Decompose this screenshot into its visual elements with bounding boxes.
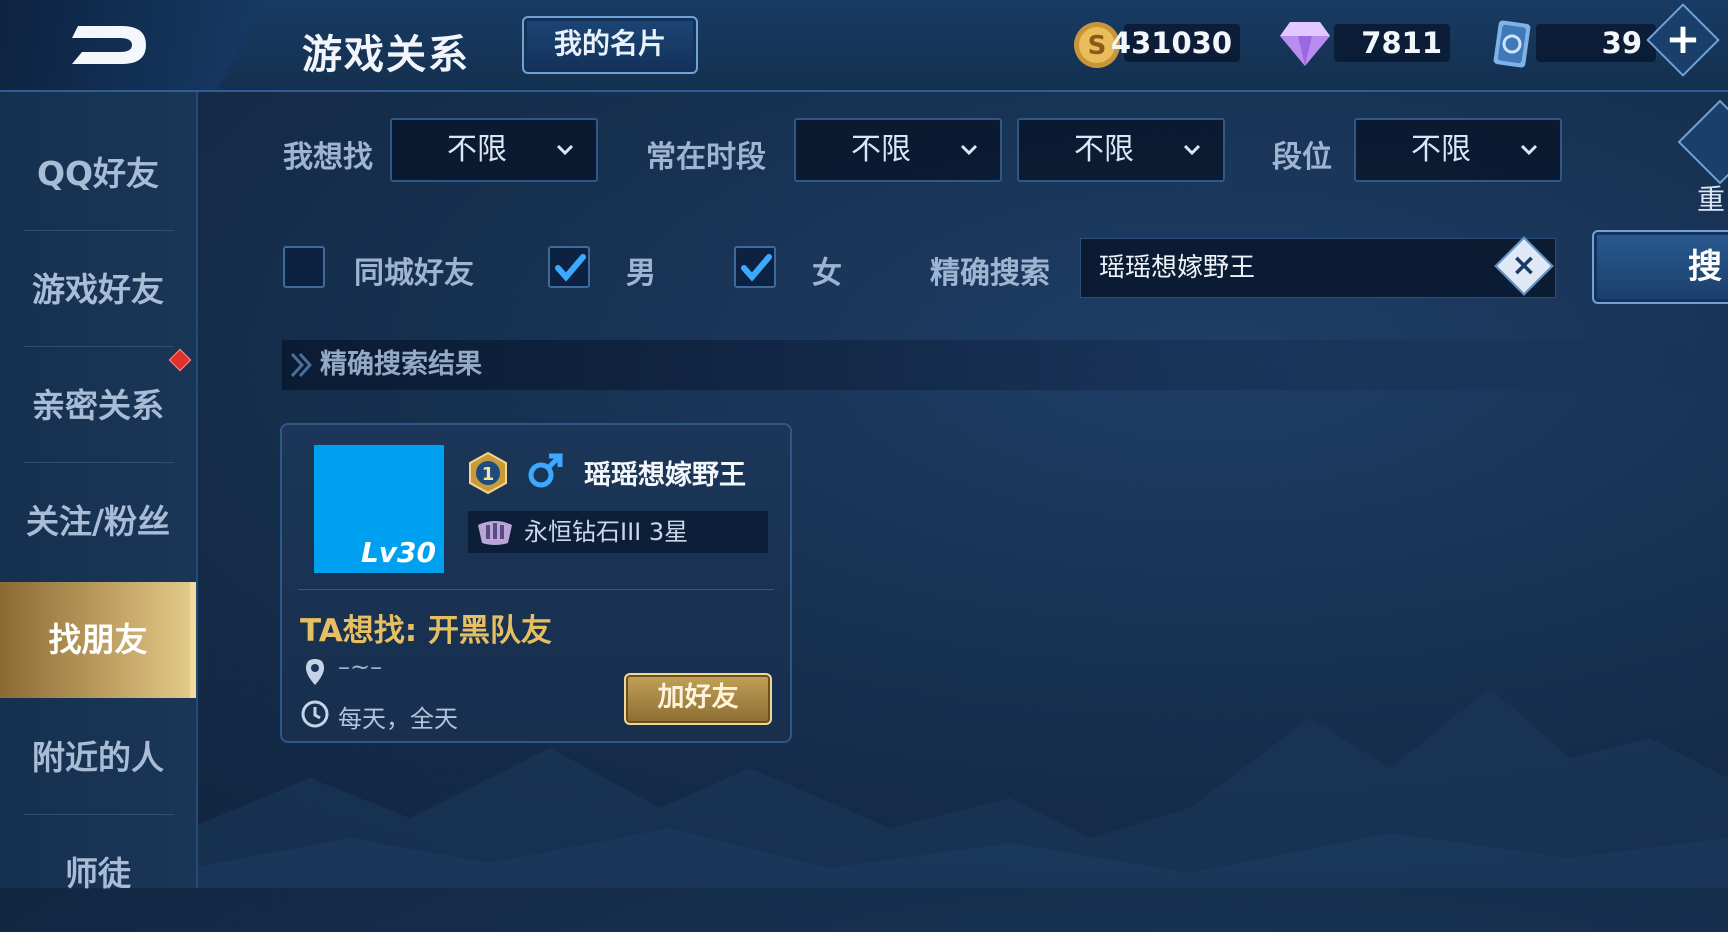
rank-select[interactable]: 不限 <box>1354 118 1562 182</box>
chevron-down-icon <box>1183 144 1201 156</box>
same-city-checkbox[interactable] <box>283 246 325 288</box>
exact-search-value: 瑶瑶想嫁野王 <box>1099 253 1256 283</box>
rank-value: 不限 <box>1411 132 1471 167</box>
looking-for-select[interactable]: 不限 <box>390 118 598 182</box>
sidebar-item-intimate[interactable]: 亲密关系 <box>0 348 196 464</box>
location-text: –~– <box>338 653 383 681</box>
voucher-balance: 39 <box>1536 24 1656 62</box>
chevron-down-icon <box>960 144 978 156</box>
active-time-value-2: 不限 <box>1074 132 1134 167</box>
svg-text:1: 1 <box>482 464 495 485</box>
female-checkbox[interactable] <box>734 246 776 288</box>
reset-button[interactable] <box>1677 99 1728 185</box>
back-button[interactable] <box>0 0 265 90</box>
active-time-select-2[interactable]: 不限 <box>1017 118 1225 182</box>
diamond-tier-icon <box>478 521 512 545</box>
male-checkbox[interactable] <box>548 246 590 288</box>
results-title: 精确搜索结果 <box>320 349 482 380</box>
rank-label: 段位 <box>1272 140 1332 175</box>
sidebar-divider <box>24 230 174 231</box>
active-time-text: 每天，全天 <box>338 705 458 733</box>
female-label: 女 <box>812 256 842 291</box>
player-card[interactable]: Lv30 1 瑶瑶想嫁野王 永恒钻石III 3星 TA想找: 开黑队友 –~– … <box>280 423 792 743</box>
search-button[interactable]: 搜 <box>1592 230 1728 304</box>
active-time-select-1[interactable]: 不限 <box>794 118 1002 182</box>
sidebar: QQ好友 游戏好友 亲密关系 关注/粉丝 找朋友 附近的人 师徒 <box>0 92 198 893</box>
reset-label: 重 <box>1697 183 1726 216</box>
male-label: 男 <box>626 256 656 291</box>
sidebar-item-follow-fans[interactable]: 关注/粉丝 <box>0 464 196 580</box>
exact-search-label: 精确搜索 <box>930 256 1050 291</box>
sidebar-item-mentor[interactable]: 师徒 <box>0 816 196 932</box>
results-header: 精确搜索结果 <box>282 340 1728 390</box>
diamond-balance: 7811 <box>1334 24 1450 62</box>
sidebar-item-find-friends[interactable]: 找朋友 <box>0 582 196 698</box>
level-label: Lv30 <box>360 536 436 569</box>
top-bar: 游戏关系 我的名片 S 431030 7811 39 + <box>0 0 1728 92</box>
location-pin-icon <box>306 659 324 685</box>
svg-text:S: S <box>1088 31 1107 61</box>
sidebar-item-qq-friends[interactable]: QQ好友 <box>0 116 196 232</box>
checkmark-icon <box>555 254 586 282</box>
wants-text: TA想找: 开黑队友 <box>300 613 552 649</box>
tier-text: 永恒钻石III 3星 <box>524 518 689 546</box>
tier-box: 永恒钻石III 3星 <box>468 511 768 553</box>
sidebar-item-game-friends[interactable]: 游戏好友 <box>0 232 196 348</box>
chevron-down-icon <box>556 144 574 156</box>
add-friend-button[interactable]: 加好友 <box>624 673 772 725</box>
clock-icon <box>301 700 329 728</box>
checkmark-icon <box>741 254 772 282</box>
page-title: 游戏关系 <box>302 32 470 78</box>
my-namecard-button[interactable]: 我的名片 <box>522 16 698 74</box>
add-currency-button[interactable]: + <box>1646 3 1720 77</box>
diamond-icon <box>1280 22 1330 66</box>
sidebar-item-nearby[interactable]: 附近的人 <box>0 700 196 816</box>
sidebar-divider <box>24 346 174 347</box>
voucher-card-icon <box>1493 20 1531 68</box>
active-time-value-1: 不限 <box>851 132 911 167</box>
double-chevron-icon <box>290 352 313 378</box>
avatar[interactable]: Lv30 <box>314 445 444 573</box>
sidebar-divider <box>24 462 174 463</box>
same-city-label: 同城好友 <box>354 256 474 291</box>
search-button-label: 搜 <box>1688 247 1722 287</box>
plus-icon: + <box>1665 14 1701 63</box>
card-divider <box>298 589 774 590</box>
gold-value: 431030 <box>1110 26 1232 60</box>
gold-balance: 431030 <box>1111 24 1240 62</box>
player-name: 瑶瑶想嫁野王 <box>584 460 746 491</box>
close-icon: × <box>1511 248 1537 283</box>
exact-search-input[interactable]: 瑶瑶想嫁野王 <box>1080 238 1556 298</box>
looking-for-value: 不限 <box>447 132 507 167</box>
sidebar-divider <box>24 814 174 815</box>
chevron-down-icon <box>1520 144 1538 156</box>
male-gender-icon <box>528 453 563 488</box>
looking-for-label: 我想找 <box>283 140 373 175</box>
voucher-value: 39 <box>1601 26 1642 60</box>
active-time-label: 常在时段 <box>646 140 766 175</box>
back-arrow-icon <box>72 26 146 64</box>
diamond-value: 7811 <box>1361 26 1442 60</box>
rank-badge-icon: 1 <box>469 451 507 495</box>
